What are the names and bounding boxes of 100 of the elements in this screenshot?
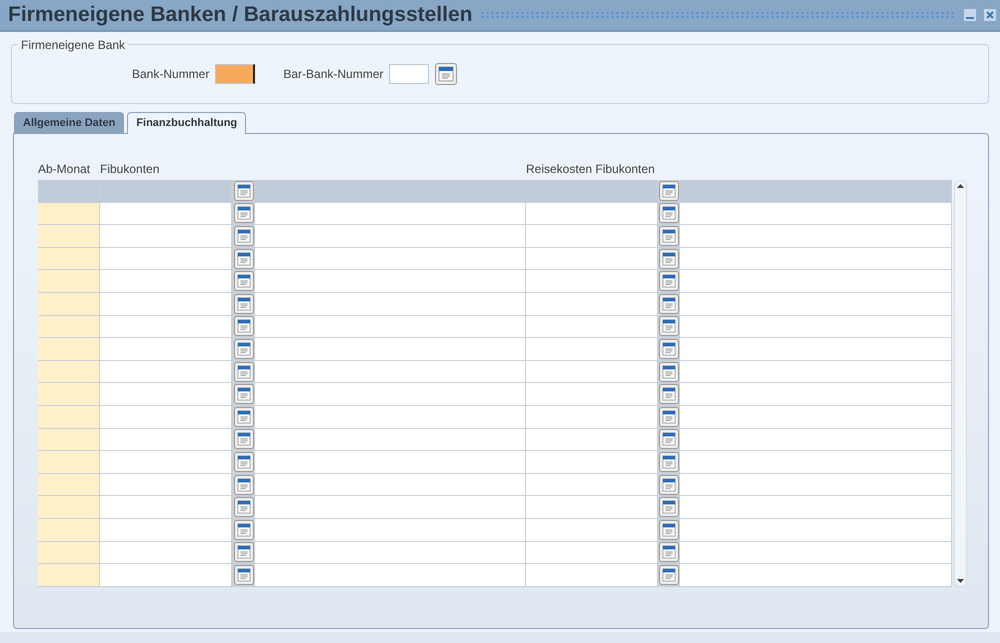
lookup-button[interactable] bbox=[234, 406, 254, 427]
lookup-button[interactable] bbox=[659, 203, 679, 224]
table-cell[interactable] bbox=[38, 316, 100, 338]
table-cell[interactable] bbox=[38, 542, 100, 564]
table-cell[interactable] bbox=[38, 474, 100, 496]
table-cell[interactable] bbox=[38, 360, 100, 382]
table-cell[interactable] bbox=[38, 383, 100, 405]
table-cell[interactable] bbox=[100, 225, 232, 247]
lookup-button[interactable] bbox=[659, 542, 679, 562]
lookup-button[interactable] bbox=[659, 497, 679, 518]
table-cell[interactable] bbox=[526, 270, 658, 292]
table-cell[interactable] bbox=[526, 248, 658, 270]
table-cell[interactable] bbox=[38, 270, 100, 292]
table-cell[interactable] bbox=[526, 225, 658, 247]
lookup-button[interactable] bbox=[659, 226, 679, 246]
minimize-button[interactable] bbox=[964, 9, 976, 21]
table-cell[interactable] bbox=[526, 451, 658, 473]
table-cell[interactable] bbox=[38, 202, 100, 224]
close-button[interactable] bbox=[984, 9, 996, 21]
table-cell[interactable] bbox=[526, 406, 658, 428]
lookup-button[interactable] bbox=[234, 542, 254, 562]
lookup-button[interactable] bbox=[234, 429, 254, 450]
lookup-button[interactable] bbox=[659, 362, 679, 382]
lookup-button[interactable] bbox=[659, 452, 679, 472]
table-cell[interactable] bbox=[526, 428, 658, 450]
table-cell[interactable] bbox=[38, 248, 100, 270]
lookup-button[interactable] bbox=[234, 362, 254, 382]
table-cell[interactable] bbox=[100, 406, 232, 428]
table-cell[interactable] bbox=[526, 316, 658, 338]
table-cell[interactable] bbox=[38, 451, 100, 473]
table-cell[interactable] bbox=[100, 202, 232, 224]
table-cell[interactable] bbox=[38, 292, 100, 315]
table-cell[interactable] bbox=[100, 542, 232, 564]
tab[interactable]: Allgemeine Daten bbox=[14, 112, 124, 133]
lookup-button[interactable] bbox=[234, 316, 254, 336]
list-icon bbox=[662, 500, 676, 514]
lookup-button[interactable] bbox=[659, 248, 679, 269]
table-cell[interactable] bbox=[526, 496, 658, 518]
lookup-button[interactable] bbox=[659, 271, 679, 292]
input-field[interactable] bbox=[215, 64, 256, 84]
table-cell[interactable] bbox=[526, 338, 658, 360]
table-cell[interactable] bbox=[100, 292, 232, 315]
table-cell[interactable] bbox=[100, 496, 232, 518]
table-cell[interactable] bbox=[38, 428, 100, 450]
table-cell[interactable] bbox=[526, 518, 658, 540]
table-cell[interactable] bbox=[526, 360, 658, 382]
table-cell[interactable] bbox=[100, 360, 232, 382]
table-cell[interactable] bbox=[100, 383, 232, 405]
lookup-button[interactable] bbox=[234, 180, 254, 201]
lookup-button[interactable] bbox=[435, 63, 458, 85]
lookup-button[interactable] bbox=[659, 180, 679, 201]
table-cell[interactable] bbox=[38, 338, 100, 360]
lookup-button[interactable] bbox=[234, 248, 254, 269]
lookup-button[interactable] bbox=[234, 294, 254, 314]
table-cell[interactable] bbox=[526, 564, 658, 586]
lookup-button[interactable] bbox=[234, 203, 254, 224]
table-cell[interactable] bbox=[100, 518, 232, 540]
lookup-button[interactable] bbox=[659, 564, 679, 585]
table-cell[interactable] bbox=[38, 406, 100, 428]
table-cell[interactable] bbox=[100, 451, 232, 473]
lookup-button[interactable] bbox=[659, 429, 679, 450]
lookup-button[interactable] bbox=[234, 271, 254, 292]
table-cell[interactable] bbox=[100, 564, 232, 586]
lookup-button[interactable] bbox=[659, 294, 679, 314]
table-cell[interactable] bbox=[526, 202, 658, 224]
table-cell[interactable] bbox=[100, 270, 232, 292]
table-cell[interactable] bbox=[526, 474, 658, 496]
lookup-button[interactable] bbox=[659, 520, 679, 540]
table-cell[interactable] bbox=[100, 180, 232, 202]
lookup-button[interactable] bbox=[234, 384, 254, 404]
lookup-button[interactable] bbox=[659, 338, 679, 359]
table-cell[interactable] bbox=[526, 542, 658, 564]
table-cell[interactable] bbox=[100, 474, 232, 496]
table-cell[interactable] bbox=[100, 338, 232, 360]
table-cell[interactable] bbox=[38, 496, 100, 518]
input-field[interactable] bbox=[389, 64, 430, 84]
lookup-button[interactable] bbox=[234, 497, 254, 518]
lookup-button[interactable] bbox=[659, 384, 679, 404]
lookup-button[interactable] bbox=[234, 452, 254, 472]
scrollbar[interactable] bbox=[954, 180, 967, 587]
lookup-button[interactable] bbox=[659, 406, 679, 427]
lookup-button[interactable] bbox=[659, 316, 679, 336]
table-cell[interactable] bbox=[100, 428, 232, 450]
lookup-button[interactable] bbox=[234, 226, 254, 246]
table-cell[interactable] bbox=[526, 383, 658, 405]
lookup-button[interactable] bbox=[234, 564, 254, 585]
table-cell[interactable] bbox=[526, 180, 658, 202]
table-cell[interactable] bbox=[100, 316, 232, 338]
lookup-button[interactable] bbox=[234, 520, 254, 540]
lookup-button[interactable] bbox=[234, 474, 254, 495]
table-cell[interactable] bbox=[526, 292, 658, 315]
table-cell[interactable] bbox=[38, 180, 100, 202]
table-cell[interactable] bbox=[38, 564, 100, 586]
lookup-button[interactable] bbox=[659, 474, 679, 495]
table-cell[interactable] bbox=[38, 518, 100, 540]
table-cell[interactable] bbox=[38, 225, 100, 247]
table-cell[interactable] bbox=[100, 248, 232, 270]
list-icon bbox=[662, 342, 676, 356]
tab[interactable]: Finanzbuchhaltung bbox=[127, 112, 246, 134]
lookup-button[interactable] bbox=[234, 338, 254, 359]
